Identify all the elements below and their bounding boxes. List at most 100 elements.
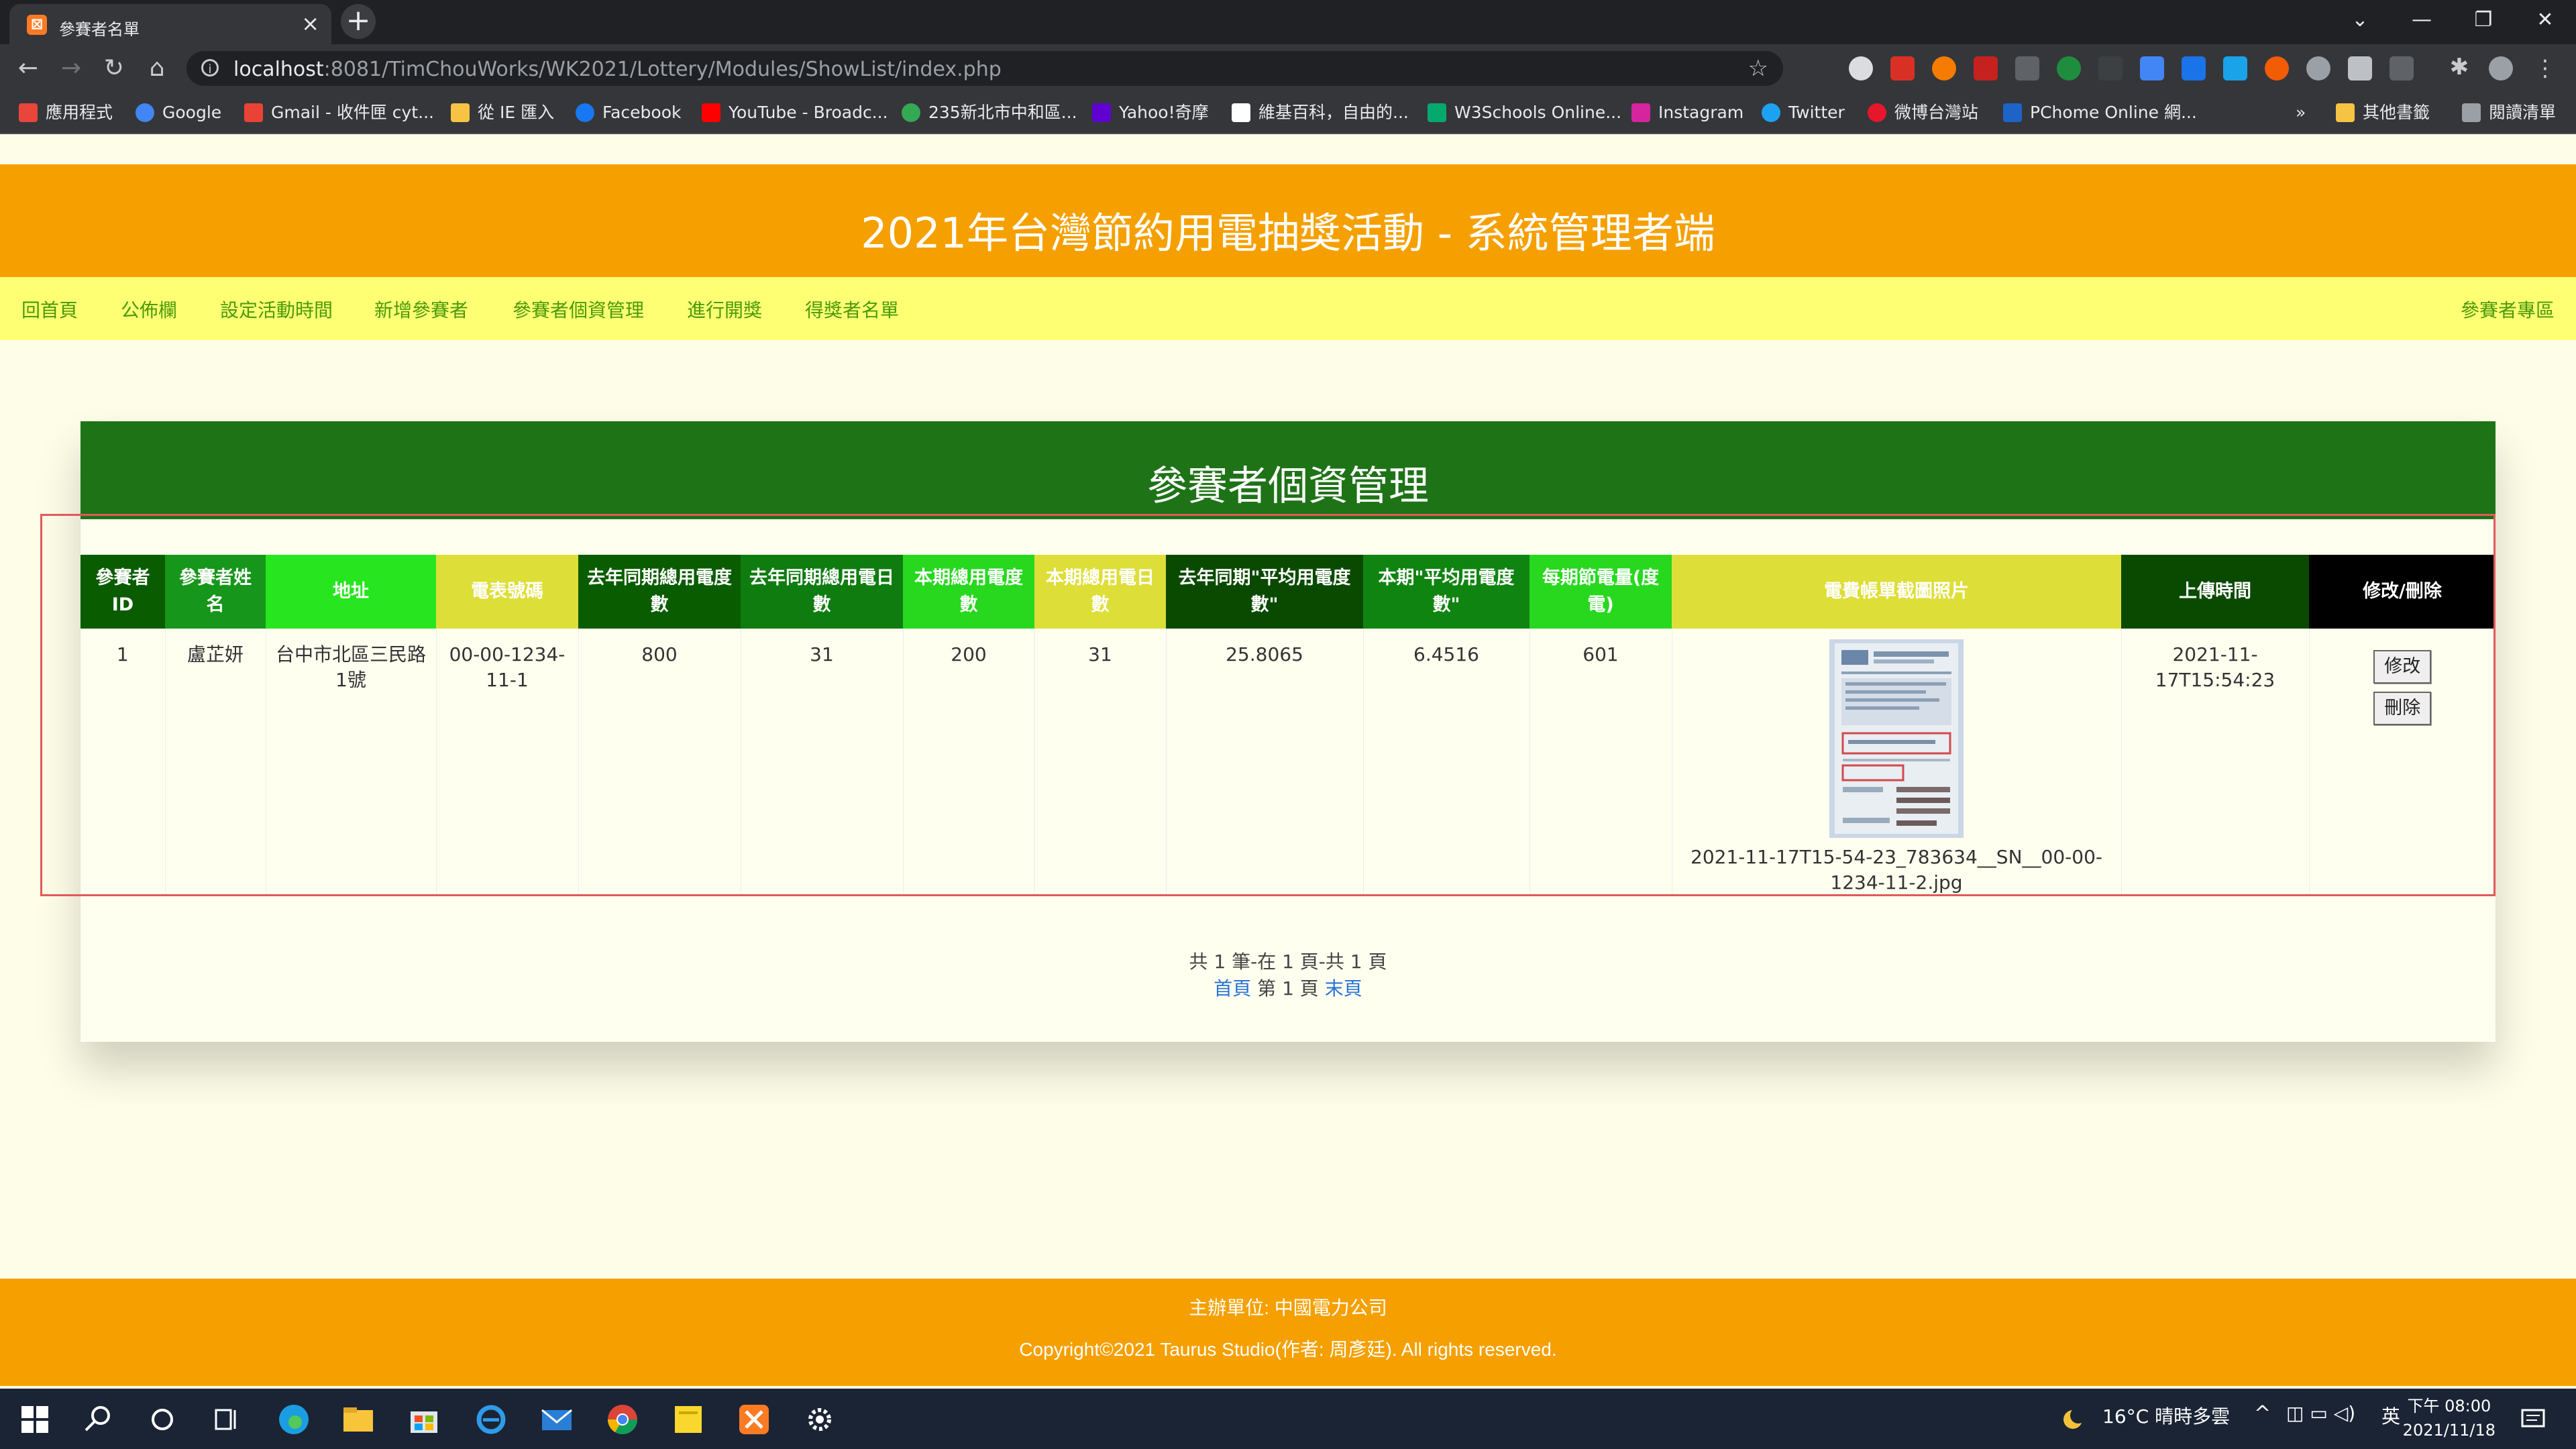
bookmark-star-icon[interactable]: ☆: [1748, 55, 1768, 82]
bookmark-facebook[interactable]: Facebook: [576, 102, 681, 123]
bookmark-youtube[interactable]: YouTube - Broadc...: [702, 102, 888, 123]
xampp-icon[interactable]: [737, 1402, 771, 1437]
taskbar-clock[interactable]: 下午 08:00 2021/11/18: [2403, 1394, 2496, 1442]
bookmarks-bar: 應用程式 Google Gmail - 收件匣 cyt... 從 IE 匯入 F…: [0, 93, 2576, 134]
bookmark-wikipedia[interactable]: 維基百科，自由的...: [1232, 102, 1409, 123]
maps-icon: [902, 103, 920, 122]
restore-icon[interactable]: ❐: [2463, 7, 2504, 34]
home-icon[interactable]: ⌂: [142, 54, 172, 83]
w3schools-icon: [1428, 103, 1446, 122]
nav-draw[interactable]: 進行開獎: [687, 296, 762, 323]
task-view-icon[interactable]: [209, 1402, 244, 1437]
extension-icon[interactable]: [1849, 56, 1873, 80]
chat-extension-icon[interactable]: [2306, 56, 2330, 80]
edge-icon[interactable]: [276, 1402, 311, 1437]
mail-icon[interactable]: [539, 1402, 574, 1437]
puzzle-extensions-icon[interactable]: ✱: [2445, 52, 2474, 82]
site-footer: 主辦單位: 中國電力公司 Copyright©2021 Taurus Studi…: [0, 1279, 2576, 1386]
bookmark-twitter[interactable]: Twitter: [1762, 102, 1845, 123]
close-window-icon[interactable]: ✕: [2525, 7, 2565, 34]
notification-icon[interactable]: [2518, 1402, 2548, 1437]
pdf-extension-icon[interactable]: [1974, 56, 1998, 80]
pagination-links: 首頁 第 1 頁 末頁: [80, 975, 2496, 1002]
weather-moon-icon[interactable]: [2059, 1402, 2089, 1437]
nav-participant-area[interactable]: 參賽者專區: [2461, 296, 2555, 323]
fire-extension-icon[interactable]: [2265, 56, 2289, 80]
youtube-icon: [702, 103, 720, 122]
wikipedia-icon: [1232, 103, 1250, 122]
gmail-icon: [244, 103, 263, 122]
bookmarks-overflow-chevron-icon[interactable]: »: [2296, 102, 2306, 123]
pagination: 共 1 筆-在 1 頁-共 1 頁 首頁 第 1 頁 末頁: [80, 949, 2496, 1002]
shield-extension-icon[interactable]: [2015, 56, 2039, 80]
nav-bulletin[interactable]: 公佈欄: [121, 296, 177, 323]
last-page-link[interactable]: 末頁: [1325, 977, 1362, 1000]
weibo-icon: [1868, 103, 1886, 122]
chrome-icon[interactable]: [605, 1402, 640, 1437]
nav-add-participant[interactable]: 新增參賽者: [374, 296, 468, 323]
tab-close-icon[interactable]: ×: [301, 12, 319, 35]
back-icon[interactable]: ←: [13, 54, 43, 83]
first-page-link[interactable]: 首頁: [1214, 977, 1251, 1000]
bookmark-apps[interactable]: 應用程式: [19, 102, 113, 123]
sticky-notes-icon[interactable]: [671, 1402, 706, 1437]
sheet-extension-icon[interactable]: [2390, 56, 2414, 80]
bookmark-w3schools[interactable]: W3Schools Online...: [1428, 102, 1621, 123]
terminal-extension-icon[interactable]: [2098, 56, 2123, 80]
twitter-icon: [1762, 103, 1780, 122]
store-icon[interactable]: [407, 1402, 441, 1437]
bookmark-yahoo[interactable]: Yahoo!奇摩: [1092, 102, 1209, 123]
nav-home[interactable]: 回首頁: [21, 296, 78, 323]
rss-extension-icon[interactable]: [1932, 56, 1956, 80]
bookmark-weibo[interactable]: 微博台灣站: [1868, 102, 1978, 123]
bookmark-pchome[interactable]: PChome Online 網...: [2003, 102, 2197, 123]
folder-icon: [2336, 103, 2355, 122]
tray-chevron-icon[interactable]: ^: [2254, 1402, 2271, 1426]
new-tab-button[interactable]: +: [341, 4, 376, 39]
reload-icon[interactable]: ↻: [99, 54, 129, 83]
xampp-favicon-icon: ⊠: [27, 15, 47, 35]
bookmark-gmail[interactable]: Gmail - 收件匣 cyt...: [244, 102, 434, 123]
settings-gear-icon[interactable]: [802, 1402, 837, 1437]
file-explorer-icon[interactable]: [341, 1402, 376, 1437]
nav-winners[interactable]: 得獎者名單: [805, 296, 899, 323]
nav-participant-management[interactable]: 參賽者個資管理: [513, 296, 644, 323]
ime-indicator[interactable]: 英: [2381, 1402, 2400, 1429]
nav-set-time[interactable]: 設定活動時間: [220, 296, 333, 323]
reading-list[interactable]: 閱讀清單: [2462, 102, 2556, 123]
bookmark-other[interactable]: 其他書籤: [2336, 102, 2430, 123]
cap-extension-icon[interactable]: [2182, 56, 2206, 80]
panel-header: 參賽者個資管理: [80, 421, 2496, 519]
cube-extension-icon[interactable]: [2348, 56, 2372, 80]
cortana-icon[interactable]: [145, 1402, 180, 1437]
evernote-extension-icon[interactable]: [2057, 56, 2081, 80]
weather-text[interactable]: 16°C 晴時多雲: [2102, 1402, 2230, 1429]
site-info-icon[interactable]: i: [201, 59, 219, 76]
bookmark-google[interactable]: Google: [136, 102, 221, 123]
browser-tab[interactable]: ⊠ 參賽者名單 ×: [9, 4, 331, 44]
tray-system-icons[interactable]: ◫ ▭ ◁): [2286, 1402, 2355, 1424]
current-page-label: 第 1 頁: [1251, 977, 1325, 1000]
gmail-extension-icon[interactable]: [1890, 56, 1915, 80]
windows-start-icon[interactable]: [17, 1402, 52, 1437]
search-icon[interactable]: [80, 1402, 115, 1437]
site-header: 2021年台灣節約用電抽獎活動 - 系統管理者端: [0, 164, 2576, 277]
address-bar[interactable]: i localhost:8081/TimChouWorks/WK2021/Lot…: [186, 51, 1783, 86]
bookmark-instagram[interactable]: Instagram: [1631, 102, 1743, 123]
translate-extension-icon[interactable]: [2140, 56, 2164, 80]
bookmark-ie-import[interactable]: 從 IE 匯入: [451, 102, 554, 123]
google-icon: [136, 103, 154, 122]
tab-search-icon[interactable]: ⌄: [2340, 7, 2380, 34]
menu-kebab-icon[interactable]: ⋮: [2530, 54, 2560, 83]
panel-title: 參賽者個資管理: [1147, 463, 1429, 510]
site-title: 2021年台灣節約用電抽獎活動 - 系統管理者端: [861, 209, 1715, 258]
bookmark-maps[interactable]: 235新北市中和區...: [902, 102, 1077, 123]
clock-date: 2021/11/18: [2402, 1421, 2496, 1440]
s-extension-icon[interactable]: [2223, 56, 2247, 80]
url-text[interactable]: localhost:8081/TimChouWorks/WK2021/Lotte…: [233, 58, 1002, 81]
facebook-icon: [576, 103, 594, 122]
minimize-icon[interactable]: —: [2402, 7, 2442, 34]
internet-explorer-icon[interactable]: [474, 1402, 508, 1437]
forward-icon[interactable]: →: [56, 54, 86, 83]
profile-avatar-icon[interactable]: [2489, 56, 2513, 80]
